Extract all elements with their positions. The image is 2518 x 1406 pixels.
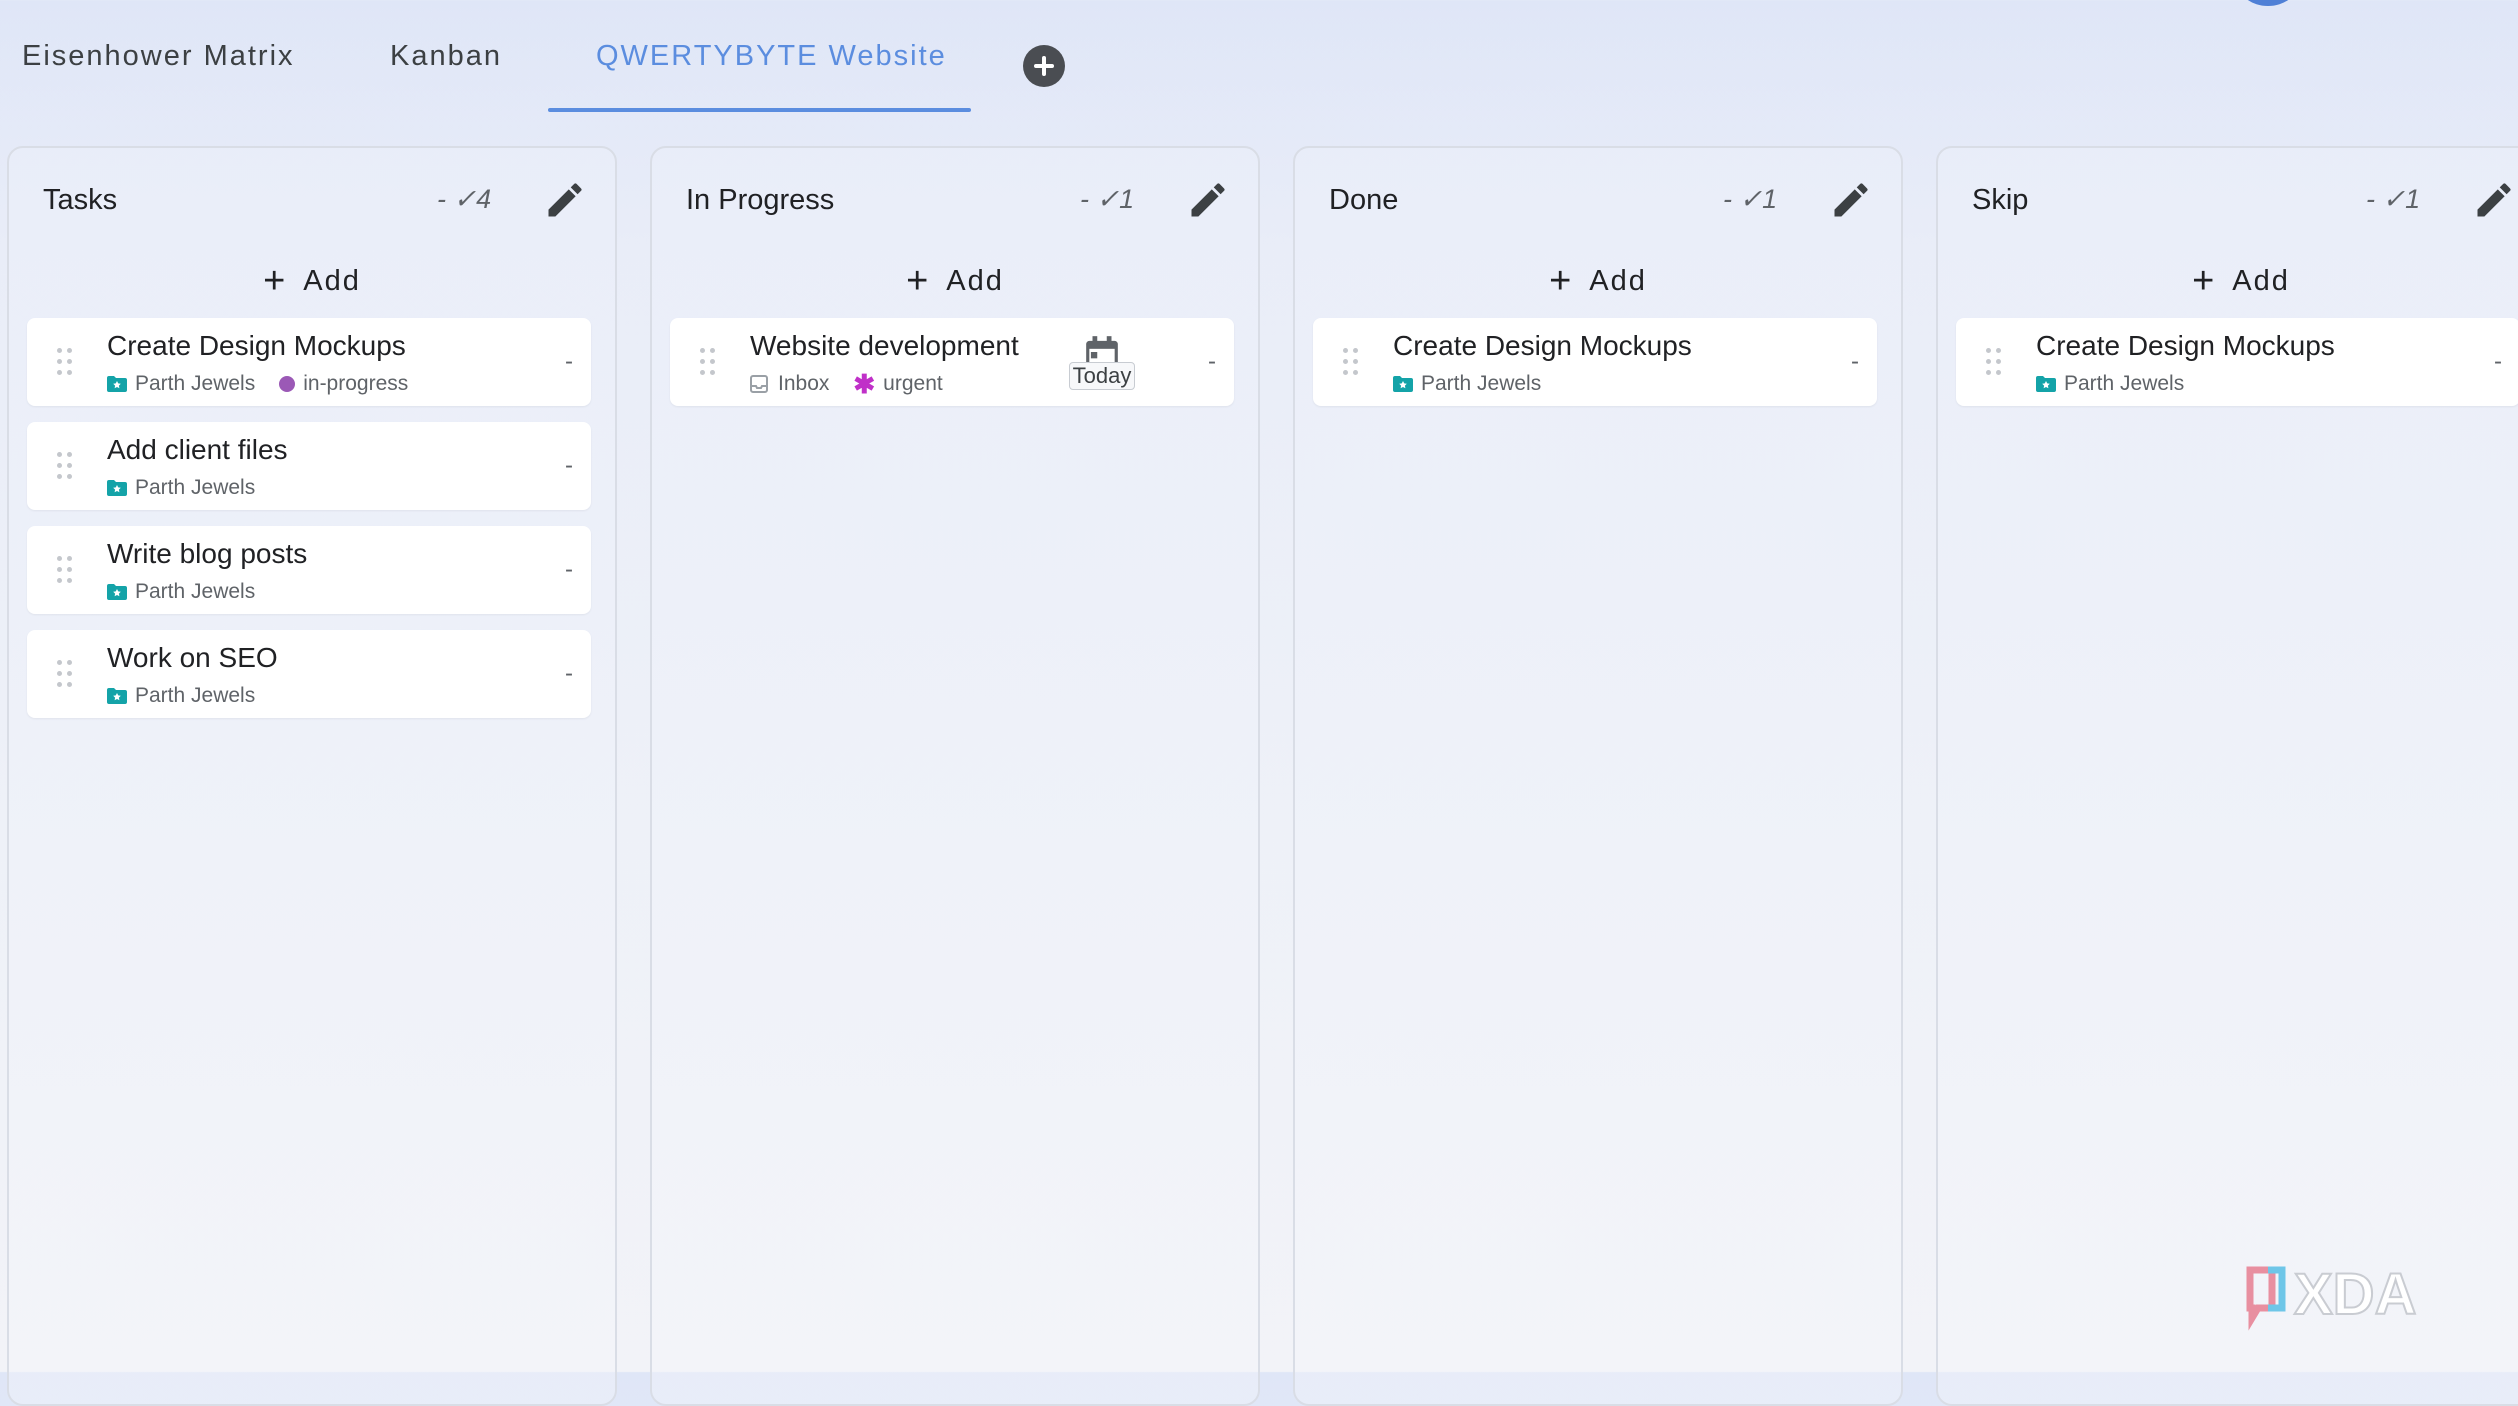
drag-handle-icon[interactable] [57, 348, 73, 376]
project-label: Parth Jewels [2064, 372, 2185, 395]
column-title: Tasks [43, 184, 118, 216]
project-folder-icon [107, 480, 127, 496]
card-action[interactable]: - [565, 452, 573, 480]
active-tab-indicator [548, 108, 971, 112]
column-title: Done [1329, 184, 1399, 216]
svg-text:XDA: XDA [2294, 1262, 2416, 1327]
xda-watermark-logo: XDA [2246, 1261, 2417, 1331]
project-folder-icon [1393, 376, 1413, 392]
column-task-count: - ✓1 [2366, 184, 2421, 214]
column-in-progress: In Progress - ✓1 + Add Website developmen… [650, 146, 1260, 1406]
card-action[interactable]: - [565, 348, 573, 376]
floating-action-button[interactable] [2238, 0, 2298, 6]
drag-handle-icon[interactable] [1343, 348, 1359, 376]
column-task-count: - ✓4 [437, 184, 492, 214]
edit-pencil-icon[interactable] [2472, 178, 2516, 222]
project-folder-icon [107, 584, 127, 600]
task-card[interactable]: Create Design Mockups Parth Jewels in-pr… [27, 318, 591, 406]
tab-qwertybyte-website[interactable]: QWERTYBYTE Website [596, 40, 947, 73]
drag-handle-icon[interactable] [57, 660, 73, 688]
edit-pencil-icon[interactable] [1829, 178, 1873, 222]
add-task-button[interactable]: + Add [1938, 260, 2518, 303]
task-title: Add client files [107, 434, 288, 465]
task-card[interactable]: Website development Inbox ✱ urgent Today … [670, 318, 1234, 406]
add-tab-icon[interactable] [1023, 45, 1065, 87]
edit-pencil-icon[interactable] [1186, 178, 1230, 222]
due-date-label: Today [1068, 362, 1136, 390]
project-folder-icon [2036, 376, 2056, 392]
card-action[interactable]: - [1208, 348, 1216, 376]
drag-handle-icon[interactable] [1986, 348, 2002, 376]
project-label: Parth Jewels [135, 372, 256, 395]
drag-handle-icon[interactable] [57, 556, 73, 584]
column-done: Done - ✓1 + Add Create Design Mockups Par… [1293, 146, 1903, 1406]
project-label: Parth Jewels [135, 580, 256, 603]
plus-icon: + [263, 260, 288, 302]
drag-handle-icon[interactable] [57, 452, 73, 480]
project-label: Parth Jewels [135, 476, 256, 499]
plus-icon: + [2192, 260, 2217, 302]
tag-label: urgent [883, 372, 943, 395]
add-task-button[interactable]: + Add [9, 260, 615, 303]
project-label: Parth Jewels [1421, 372, 1542, 395]
tab-bar: Eisenhower Matrix Kanban QWERTYBYTE Webs… [0, 0, 2518, 116]
task-title: Website development [750, 330, 1019, 361]
task-card[interactable]: Write blog posts Parth Jewels - [27, 526, 591, 614]
task-title: Create Design Mockups [2036, 330, 2335, 361]
project-folder-icon [107, 376, 127, 392]
column-skip: Skip - ✓1 + Add Create Design Mockups Par… [1936, 146, 2518, 1406]
add-task-button[interactable]: + Add [1295, 260, 1901, 303]
project-label: Parth Jewels [135, 684, 256, 707]
plus-icon: + [906, 260, 931, 302]
card-action[interactable]: - [565, 660, 573, 688]
task-title: Create Design Mockups [1393, 330, 1692, 361]
project-label: Inbox [778, 372, 830, 395]
column-tasks: Tasks - ✓4 + Add Create Design Mockups Pa… [7, 146, 617, 1406]
task-card[interactable]: Add client files Parth Jewels - [27, 422, 591, 510]
drag-handle-icon[interactable] [700, 348, 716, 376]
inbox-icon [750, 375, 768, 393]
due-date[interactable]: Today [1064, 336, 1140, 390]
card-action[interactable]: - [1851, 348, 1859, 376]
column-task-count: - ✓1 [1723, 184, 1778, 214]
asterisk-tag-icon: ✱ [853, 369, 876, 399]
column-title: Skip [1972, 184, 2029, 216]
task-card[interactable]: Create Design Mockups Parth Jewels - [1313, 318, 1877, 406]
tab-kanban[interactable]: Kanban [390, 40, 502, 73]
tag-dot-icon [279, 376, 296, 392]
add-task-button[interactable]: + Add [652, 260, 1258, 303]
card-action[interactable]: - [565, 556, 573, 584]
column-title: In Progress [686, 184, 835, 216]
card-action[interactable]: - [2494, 348, 2502, 376]
task-card[interactable]: Work on SEO Parth Jewels - [27, 630, 591, 718]
plus-icon: + [1549, 260, 1574, 302]
column-task-count: - ✓1 [1080, 184, 1135, 214]
task-title: Write blog posts [107, 538, 308, 569]
task-title: Create Design Mockups [107, 330, 406, 361]
tag-label: in-progress [303, 372, 409, 395]
edit-pencil-icon[interactable] [543, 178, 587, 222]
project-folder-icon [107, 688, 127, 704]
task-card[interactable]: Create Design Mockups Parth Jewels - [1956, 318, 2518, 406]
task-title: Work on SEO [107, 642, 278, 673]
tab-eisenhower-matrix[interactable]: Eisenhower Matrix [22, 40, 295, 73]
